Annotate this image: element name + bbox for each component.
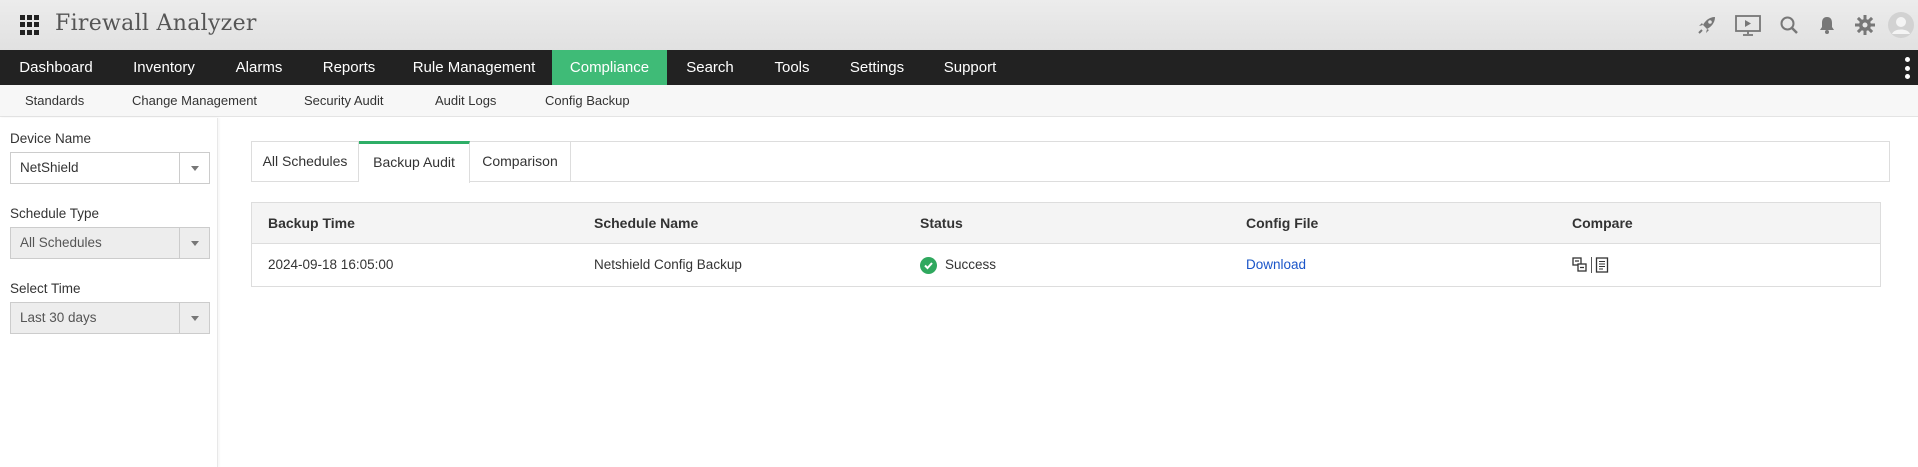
- device-name-select[interactable]: NetShield: [10, 152, 210, 184]
- device-name-dropdown-icon[interactable]: [179, 153, 209, 183]
- tab-all-schedules[interactable]: All Schedules: [252, 141, 359, 182]
- download-link[interactable]: Download: [1246, 244, 1306, 286]
- nav-rule-management[interactable]: Rule Management: [396, 50, 552, 85]
- gear-icon[interactable]: [1846, 0, 1884, 50]
- device-name-value: NetShield: [20, 160, 79, 175]
- cell-config-file: Download: [1246, 244, 1306, 286]
- select-time-select[interactable]: Last 30 days: [10, 302, 210, 334]
- sub-nav: Standards Change Management Security Aud…: [0, 85, 1918, 117]
- subnav-audit-logs[interactable]: Audit Logs: [435, 85, 496, 117]
- presentation-icon[interactable]: [1726, 0, 1770, 50]
- schedule-tabs: All Schedules Backup Audit Comparison: [251, 141, 1890, 183]
- compare-diff-icon[interactable]: [1572, 257, 1588, 273]
- subnav-security-audit[interactable]: Security Audit: [304, 85, 384, 117]
- schedule-type-label: Schedule Type: [10, 206, 100, 221]
- more-menu-icon[interactable]: [1904, 57, 1910, 79]
- cell-compare: [1572, 244, 1609, 286]
- nav-support[interactable]: Support: [923, 50, 1017, 85]
- bell-icon[interactable]: [1808, 0, 1846, 50]
- nav-tools[interactable]: Tools: [753, 50, 831, 85]
- subnav-config-backup[interactable]: Config Backup: [545, 85, 630, 117]
- top-header: Firewall Analyzer: [0, 0, 1918, 50]
- select-time-value: Last 30 days: [20, 310, 97, 325]
- nav-alarms[interactable]: Alarms: [216, 50, 302, 85]
- schedule-type-select[interactable]: All Schedules: [10, 227, 210, 259]
- filter-sidebar: Device Name NetShield Schedule Type All …: [0, 118, 218, 467]
- nav-settings[interactable]: Settings: [831, 50, 923, 85]
- col-compare[interactable]: Compare: [1572, 203, 1633, 244]
- col-schedule-name[interactable]: Schedule Name: [594, 203, 698, 244]
- user-avatar-icon[interactable]: [1884, 0, 1918, 50]
- nav-compliance[interactable]: Compliance: [552, 50, 667, 85]
- status-text: Success: [945, 257, 997, 272]
- nav-dashboard[interactable]: Dashboard: [0, 50, 112, 85]
- tab-comparison[interactable]: Comparison: [470, 141, 571, 182]
- subnav-change-management[interactable]: Change Management: [132, 85, 257, 117]
- schedule-type-value: All Schedules: [20, 235, 102, 250]
- cell-status: Success: [920, 244, 996, 286]
- schedule-type-dropdown-icon[interactable]: [179, 228, 209, 258]
- col-config-file[interactable]: Config File: [1246, 203, 1318, 244]
- nav-reports[interactable]: Reports: [302, 50, 396, 85]
- nav-search[interactable]: Search: [667, 50, 753, 85]
- nav-inventory[interactable]: Inventory: [112, 50, 216, 85]
- table-row: 2024-09-18 16:05:00 Netshield Config Bac…: [252, 244, 1880, 286]
- device-name-label: Device Name: [10, 131, 92, 146]
- rocket-icon[interactable]: [1688, 0, 1726, 50]
- compare-separator: [1591, 257, 1592, 273]
- main-nav: Dashboard Inventory Alarms Reports Rule …: [0, 50, 1918, 85]
- backup-audit-table: Backup Time Schedule Name Status Config …: [251, 202, 1881, 287]
- success-check-icon: [920, 256, 937, 274]
- cell-schedule-name: Netshield Config Backup: [594, 257, 742, 272]
- tab-backup-audit[interactable]: Backup Audit: [359, 141, 470, 183]
- compare-config-icon[interactable]: [1595, 257, 1609, 273]
- app-title: Firewall Analyzer: [55, 11, 257, 36]
- search-icon[interactable]: [1770, 0, 1808, 50]
- select-time-dropdown-icon[interactable]: [179, 303, 209, 333]
- col-status[interactable]: Status: [920, 203, 963, 244]
- cell-backup-time: 2024-09-18 16:05:00: [268, 257, 394, 272]
- table-header: Backup Time Schedule Name Status Config …: [252, 203, 1880, 244]
- subnav-standards[interactable]: Standards: [25, 85, 84, 117]
- apps-grid-icon[interactable]: [20, 15, 40, 35]
- col-backup-time[interactable]: Backup Time: [268, 203, 355, 244]
- select-time-label: Select Time: [10, 281, 81, 296]
